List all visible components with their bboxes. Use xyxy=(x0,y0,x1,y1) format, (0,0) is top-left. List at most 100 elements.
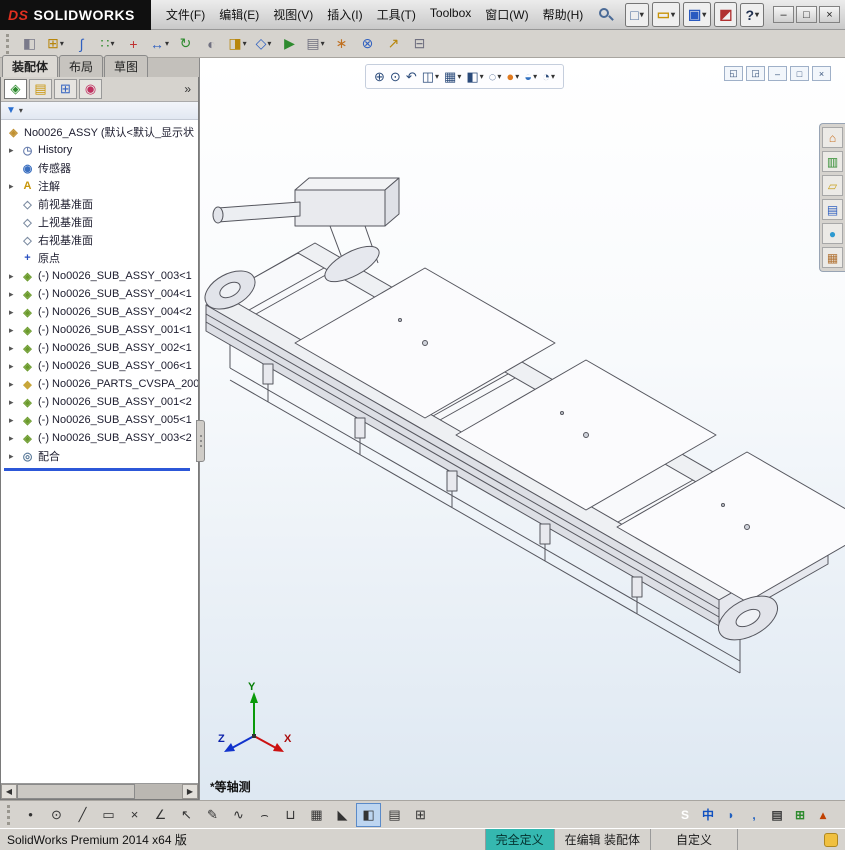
menu-item[interactable]: 工具(T) xyxy=(370,1,423,28)
rotate-component-icon[interactable]: ↻ xyxy=(173,32,198,56)
expand-arrow-icon[interactable]: ▸ xyxy=(9,415,20,426)
tab-sketch[interactable]: 草图 xyxy=(104,55,149,77)
expand-arrow-icon[interactable]: ▸ xyxy=(9,307,20,318)
dropdown-caret-icon[interactable]: ▾ xyxy=(497,72,501,81)
propertymanager-tab[interactable]: ▤ xyxy=(29,79,52,99)
zoom-area-icon[interactable]: ⊙ xyxy=(389,68,402,86)
tree-item-sensors[interactable]: ◉ 传感器 xyxy=(1,159,198,177)
view-settings-icon[interactable]: ◔ ▾ xyxy=(541,68,556,85)
open-document-icon[interactable]: ▭ ▾ xyxy=(651,2,680,27)
dropdown-caret-icon[interactable]: ▾ xyxy=(515,72,519,81)
tree-item-sub-assy-004-2[interactable]: ▸ ◈ (-) No0026_SUB_ASSY_004<2 xyxy=(1,303,198,321)
linear-component-pattern-icon[interactable]: ∷ ▾ xyxy=(95,32,120,56)
rollback-bar[interactable] xyxy=(4,468,190,471)
expand-arrow-icon[interactable]: ▸ xyxy=(9,433,20,444)
dropdown-caret-icon[interactable]: ▾ xyxy=(671,10,675,19)
circle-tool-icon[interactable]: ⊙ xyxy=(44,803,69,827)
slot-icon[interactable]: ⊔ xyxy=(278,803,303,827)
tab-layout[interactable]: 布局 xyxy=(59,55,104,77)
expand-arrow-icon[interactable]: ▸ xyxy=(9,271,20,282)
line-tool-icon[interactable]: ╱ xyxy=(70,803,95,827)
expand-arrow-icon[interactable]: ▸ xyxy=(9,145,20,156)
expand-arrow-icon[interactable]: ▸ xyxy=(9,397,20,408)
tree-item-sub-assy-002-1[interactable]: ▸ ◈ (-) No0026_SUB_ASSY_002<1 xyxy=(1,339,198,357)
menu-item[interactable]: 视图(V) xyxy=(266,1,320,28)
dropdown-caret-icon[interactable]: ▾ xyxy=(60,39,64,48)
tree-item-right-plane[interactable]: ◇ 右视基准面 xyxy=(1,231,198,249)
dropdown-caret-icon[interactable]: ▾ xyxy=(551,72,555,81)
save-icon[interactable]: ▣ ▾ xyxy=(683,2,712,27)
ime-chinese-icon[interactable]: 中 xyxy=(699,806,717,824)
tree-item-root[interactable]: ◈ No0026_ASSY (默认<默认_显示状 xyxy=(1,123,198,141)
edit-component-icon[interactable]: ◧ xyxy=(17,32,42,56)
options-icon[interactable]: ? ▾ xyxy=(740,2,765,27)
dropdown-caret-icon[interactable]: ▾ xyxy=(755,10,759,19)
scroll-right-button[interactable]: ▶ xyxy=(182,784,198,799)
custom-dropdown[interactable]: 自定义 xyxy=(650,829,738,850)
ime-punctuation-icon[interactable]: , xyxy=(745,806,763,824)
viewport-split-icon[interactable]: ⊞ xyxy=(408,803,433,827)
menu-item[interactable]: 文件(F) xyxy=(159,1,212,28)
filter-caret-icon[interactable]: ▾ xyxy=(19,106,23,115)
menu-item[interactable]: 帮助(H) xyxy=(536,1,591,28)
dropdown-caret-icon[interactable]: ▾ xyxy=(435,72,439,81)
tree-item-parts-cvspa-200[interactable]: ▸ ◆ (-) No0026_PARTS_CVSPA_200 xyxy=(1,375,198,393)
toolbar-grip[interactable] xyxy=(7,804,12,825)
dropdown-caret-icon[interactable]: ▾ xyxy=(533,72,537,81)
expand-arrow-icon[interactable]: ▸ xyxy=(9,379,20,390)
spline-icon[interactable]: ∿ xyxy=(226,803,251,827)
window-restore-icon[interactable]: □ xyxy=(790,66,809,81)
dropdown-caret-icon[interactable]: ▾ xyxy=(243,39,247,48)
toolbar-grip[interactable] xyxy=(6,33,11,54)
menu-item[interactable]: Toolbox xyxy=(423,1,478,28)
tree-item-sub-assy-001-1[interactable]: ▸ ◈ (-) No0026_SUB_ASSY_001<1 xyxy=(1,321,198,339)
zoom-fit-icon[interactable]: ⊕ xyxy=(373,68,386,86)
view-orientation-icon[interactable]: ▦ ▾ xyxy=(443,68,462,86)
tree-item-sub-assy-003-1[interactable]: ▸ ◈ (-) No0026_SUB_ASSY_003<1 xyxy=(1,267,198,285)
design-library-icon[interactable]: ▥ xyxy=(822,151,843,172)
tree-item-sub-assy-004-1[interactable]: ▸ ◈ (-) No0026_SUB_ASSY_004<1 xyxy=(1,285,198,303)
appearances-icon[interactable]: ● xyxy=(822,223,843,244)
tree-item-annotations[interactable]: ▸ A 注解 xyxy=(1,177,198,195)
dropdown-caret-icon[interactable]: ▾ xyxy=(267,39,271,48)
maximize-button[interactable]: □ xyxy=(796,6,817,23)
expand-arrow-icon[interactable]: ▸ xyxy=(9,325,20,336)
tree-item-mates[interactable]: ▸ ◎ 配合 xyxy=(1,447,198,465)
display-style-icon[interactable]: ◧ ▾ xyxy=(465,68,484,86)
ime-toolbox-icon[interactable]: ⊞ xyxy=(791,806,809,824)
menu-item[interactable]: 窗口(W) xyxy=(478,1,535,28)
window-close-icon[interactable]: × xyxy=(812,66,831,81)
exploded-view-icon[interactable]: ∗ xyxy=(329,32,354,56)
dropdown-caret-icon[interactable]: ▾ xyxy=(640,10,644,19)
smart-fasteners-icon[interactable]: + xyxy=(121,32,146,56)
reference-geometry-icon[interactable]: ◇ ▾ xyxy=(251,32,276,56)
rebuild-icon[interactable]: ◩ xyxy=(714,2,738,27)
bill-of-materials-icon[interactable]: ▤ ▾ xyxy=(303,32,328,56)
edit-appearance-icon[interactable]: ● ▾ xyxy=(505,68,520,85)
menu-item[interactable]: 插入(I) xyxy=(320,1,369,28)
window-next-icon[interactable]: ◲ xyxy=(746,66,765,81)
configurationmanager-tab[interactable]: ⊞ xyxy=(54,79,77,99)
scrollbar-thumb[interactable] xyxy=(17,784,135,799)
dropdown-caret-icon[interactable]: ▾ xyxy=(165,39,169,48)
interference-detection-icon[interactable]: ⊗ xyxy=(355,32,380,56)
expand-arrow-icon[interactable]: ▸ xyxy=(9,451,20,462)
tree-item-history[interactable]: ▸ ◷ History xyxy=(1,141,198,159)
filter-funnel-icon[interactable]: ▼ xyxy=(6,105,16,116)
close-button[interactable]: × xyxy=(819,6,840,23)
panel-overflow-chevron[interactable]: » xyxy=(184,82,195,96)
tray-collapse-icon[interactable]: ▴ xyxy=(814,806,832,824)
window-minimize-icon[interactable]: – xyxy=(768,66,787,81)
menu-item[interactable]: 编辑(E) xyxy=(212,1,266,28)
angle-dimension-icon[interactable]: ∠ xyxy=(148,803,173,827)
dropdown-caret-icon[interactable]: ▾ xyxy=(457,72,461,81)
polygon-icon[interactable]: ◣ xyxy=(330,803,355,827)
ime-softkeyboard-icon[interactable]: ▤ xyxy=(768,806,786,824)
tree-item-front-plane[interactable]: ◇ 前视基准面 xyxy=(1,195,198,213)
expand-arrow-icon[interactable]: ▸ xyxy=(9,289,20,300)
trim-icon[interactable]: × xyxy=(122,803,147,827)
dimxpertmanager-tab[interactable]: ◉ xyxy=(79,79,102,99)
tree-item-sub-assy-006-1[interactable]: ▸ ◈ (-) No0026_SUB_ASSY_006<1 xyxy=(1,357,198,375)
view-palette-icon[interactable]: ▤ xyxy=(822,199,843,220)
sogou-pinyin-icon[interactable]: S xyxy=(676,806,694,824)
